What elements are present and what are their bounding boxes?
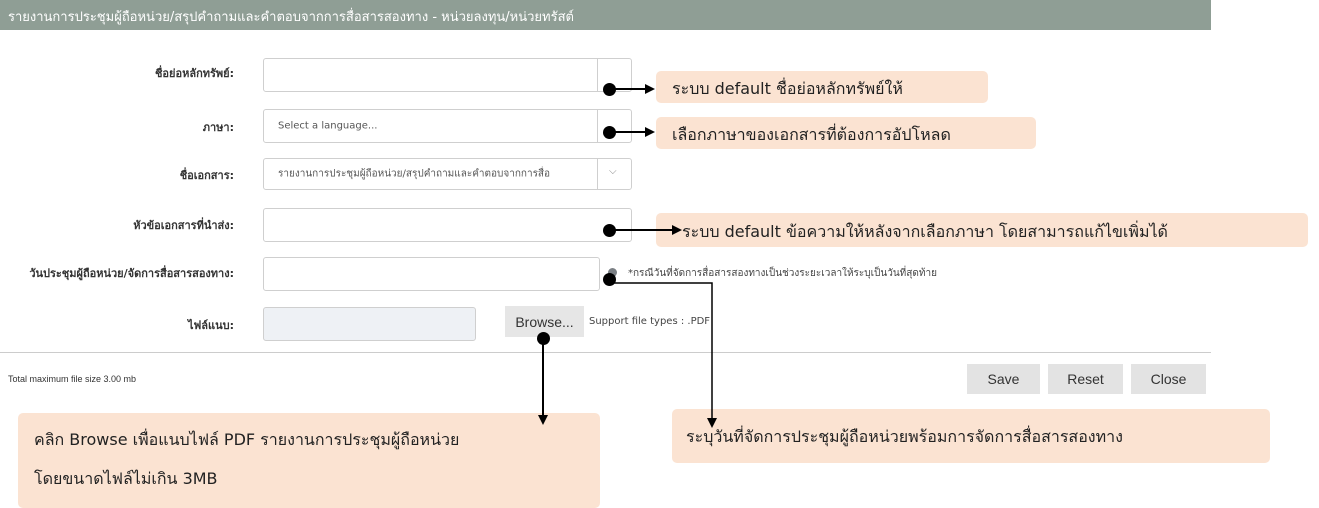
annotation-arrows bbox=[538, 84, 717, 428]
arrow-date bbox=[608, 279, 717, 428]
